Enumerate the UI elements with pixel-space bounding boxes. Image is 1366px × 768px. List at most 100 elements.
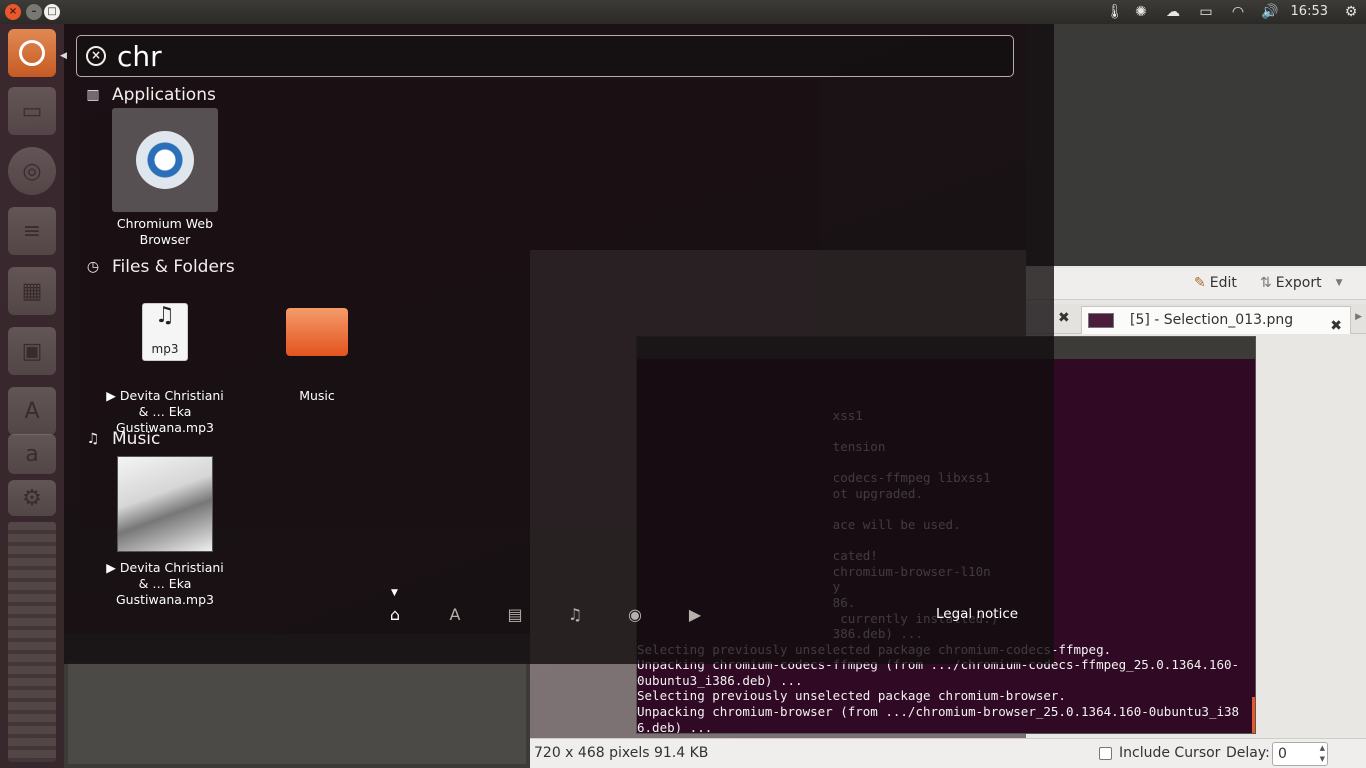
battery-icon[interactable]: ▭ xyxy=(1194,3,1218,21)
spinner-arrows-icon[interactable]: ▲ ▼ xyxy=(1320,743,1325,765)
terminal-line: 0ubuntu3_i386.deb) ... xyxy=(637,672,803,688)
folder-tile xyxy=(264,280,370,384)
window-minimize-button[interactable]: – xyxy=(26,4,42,20)
terminal-scrollbar xyxy=(1252,697,1255,733)
launcher-settings[interactable]: ⚙ xyxy=(8,480,56,516)
active-lens-indicator-icon: ▼ xyxy=(391,588,398,598)
album-cover-image xyxy=(117,456,213,552)
viewer-status-bar: 720 x 468 pixels 91.4 KB Include Cursor … xyxy=(530,738,1366,768)
edit-label: Edit xyxy=(1209,275,1237,291)
launcher-collapsed-items[interactable] xyxy=(8,522,56,762)
window-maximize-button[interactable]: □ xyxy=(44,4,60,20)
viewer-toolbar: ✎ Edit ⇅ Export ▼ xyxy=(1026,268,1366,300)
firefox-icon: ◎ xyxy=(22,158,42,184)
edit-icon: ✎ xyxy=(1194,275,1206,291)
image-info: 720 x 468 pixels 91.4 KB xyxy=(534,745,709,761)
chromium-icon xyxy=(136,131,194,189)
music-result-track[interactable]: ▶ Devita Christiani & … Eka Gustiwana.mp… xyxy=(100,452,230,608)
album-tile xyxy=(112,452,218,556)
mp3-tile: ♫ mp3 xyxy=(112,280,218,384)
sync-icon[interactable]: ✺ xyxy=(1130,3,1152,21)
file-result-mp3[interactable]: ♫ mp3 ▶ Devita Christiani & … Eka Gustiw… xyxy=(100,280,230,436)
category-music[interactable]: ♫ Music xyxy=(84,429,161,449)
legal-notice-link[interactable]: Legal notice xyxy=(936,606,1018,622)
software-center-icon: A xyxy=(24,398,40,424)
calc-icon: ▦ xyxy=(21,278,43,304)
edit-button[interactable]: ✎ Edit xyxy=(1194,275,1237,291)
file-manager-icon: ▭ xyxy=(21,98,43,124)
desktop: ✎ Edit ⇅ Export ▼ ✖ [5] - Selection_013.… xyxy=(0,0,1366,768)
launcher-files[interactable]: ▭ xyxy=(8,87,56,135)
category-applications[interactable]: ▥ Applications xyxy=(84,85,216,105)
window-close-button[interactable]: × xyxy=(5,4,21,20)
clock-icon: ◷ xyxy=(86,259,100,275)
gear-icon[interactable]: ⚙ xyxy=(1341,3,1361,21)
folder-icon xyxy=(286,308,348,356)
viewer-dark-area xyxy=(1026,24,1366,266)
category-files-label: Files & Folders xyxy=(112,257,235,277)
category-applications-label: Applications xyxy=(112,85,216,105)
music-note-icon: ♫ xyxy=(155,303,175,328)
terminal-line: Unpacking chromium-browser (from .../chr… xyxy=(637,704,1240,720)
photos-lens-icon[interactable]: ◉ xyxy=(624,604,646,626)
viewer-tab-bar: ✖ [5] - Selection_013.png ✖ ▶ xyxy=(1026,304,1366,334)
lens-bar: ▼ ⌂ A ▤ ♫ ◉ ▶ Legal notice xyxy=(64,588,1054,634)
launcher-amazon[interactable]: a xyxy=(8,434,56,474)
applications-lens-icon[interactable]: A xyxy=(444,604,466,626)
app-result-chromium[interactable]: Chromium Web Browser xyxy=(100,108,230,248)
impress-icon: ▣ xyxy=(21,338,43,364)
include-cursor-checkbox[interactable] xyxy=(1099,747,1112,760)
tab-selection-image[interactable]: [5] - Selection_013.png ✖ xyxy=(1081,306,1351,334)
include-cursor-label: Include Cursor xyxy=(1119,745,1221,761)
launcher-calc[interactable]: ▦ xyxy=(8,267,56,315)
launcher-impress[interactable]: ▣ xyxy=(8,327,56,375)
launcher-writer[interactable]: ≡ xyxy=(8,207,56,255)
export-icon: ⇅ xyxy=(1260,275,1272,291)
launcher-firefox[interactable]: ◎ xyxy=(8,147,56,195)
delay-value: 0 xyxy=(1278,746,1287,762)
chromium-tile xyxy=(112,108,218,212)
category-files-folders[interactable]: ◷ Files & Folders xyxy=(84,257,235,277)
image-thumbnail xyxy=(1088,313,1114,328)
tab-scroll-right-icon[interactable]: ▶ xyxy=(1355,312,1362,322)
volume-icon[interactable]: 🔊 xyxy=(1259,3,1281,21)
close-icon[interactable]: ✖ xyxy=(1058,310,1070,326)
home-lens-icon[interactable]: ⌂ xyxy=(384,604,406,626)
background-window-content xyxy=(68,662,526,764)
video-lens-icon[interactable]: ▶ xyxy=(684,604,706,626)
ubuntu-logo-icon xyxy=(19,40,45,66)
terminal-line: 6.deb) ... xyxy=(637,719,713,734)
amazon-icon: a xyxy=(25,441,39,467)
clock[interactable]: 16:53 xyxy=(1291,4,1328,19)
applications-category-icon: ▥ xyxy=(86,87,100,103)
thermometer-icon[interactable]: 🌡 xyxy=(1106,3,1124,21)
folder-result-label: Music xyxy=(299,388,335,403)
dash-search-box[interactable]: × xyxy=(76,35,1014,77)
dash-home-button[interactable] xyxy=(8,29,56,77)
audio-file-icon: ♫ mp3 xyxy=(142,303,188,361)
dash-search-input[interactable] xyxy=(117,38,977,74)
writer-icon: ≡ xyxy=(22,218,42,244)
launcher-software-center[interactable]: A xyxy=(8,387,56,435)
launcher: ◀ ▭ ◎ ≡ ▦ ▣ A a ⚙ xyxy=(0,24,67,768)
delay-spinner[interactable]: 0 ▲ ▼ xyxy=(1272,742,1328,766)
mp3-badge: mp3 xyxy=(151,342,179,356)
export-label: Export xyxy=(1275,275,1322,291)
terminal-line: Selecting previously unselected package … xyxy=(637,688,1066,704)
tab-label: [5] - Selection_013.png xyxy=(1130,312,1294,328)
top-panel: × – □ 🌡 ✺ ☁ ▭ ◠ 🔊 16:53 ⚙ xyxy=(0,0,1366,24)
app-result-label: Chromium Web Browser xyxy=(116,216,214,247)
tab-close-icon[interactable]: ✖ xyxy=(1330,313,1342,339)
music-lens-icon[interactable]: ♫ xyxy=(564,604,586,626)
clear-search-icon[interactable]: × xyxy=(86,46,106,66)
files-lens-icon[interactable]: ▤ xyxy=(504,604,526,626)
launcher-active-arrow-icon: ◀ xyxy=(60,51,67,61)
category-music-label: Music xyxy=(112,429,161,449)
folder-result-music[interactable]: Music xyxy=(252,280,382,404)
cloud-icon[interactable]: ☁ xyxy=(1162,3,1184,21)
delay-label: Delay: xyxy=(1226,745,1270,761)
wifi-icon[interactable]: ◠ xyxy=(1227,3,1249,21)
chevron-down-icon: ▼ xyxy=(1335,278,1343,288)
unity-dash: × ▥ Applications Chromium Web Browser ◷ … xyxy=(64,24,1054,664)
export-button[interactable]: ⇅ Export ▼ xyxy=(1260,275,1342,291)
